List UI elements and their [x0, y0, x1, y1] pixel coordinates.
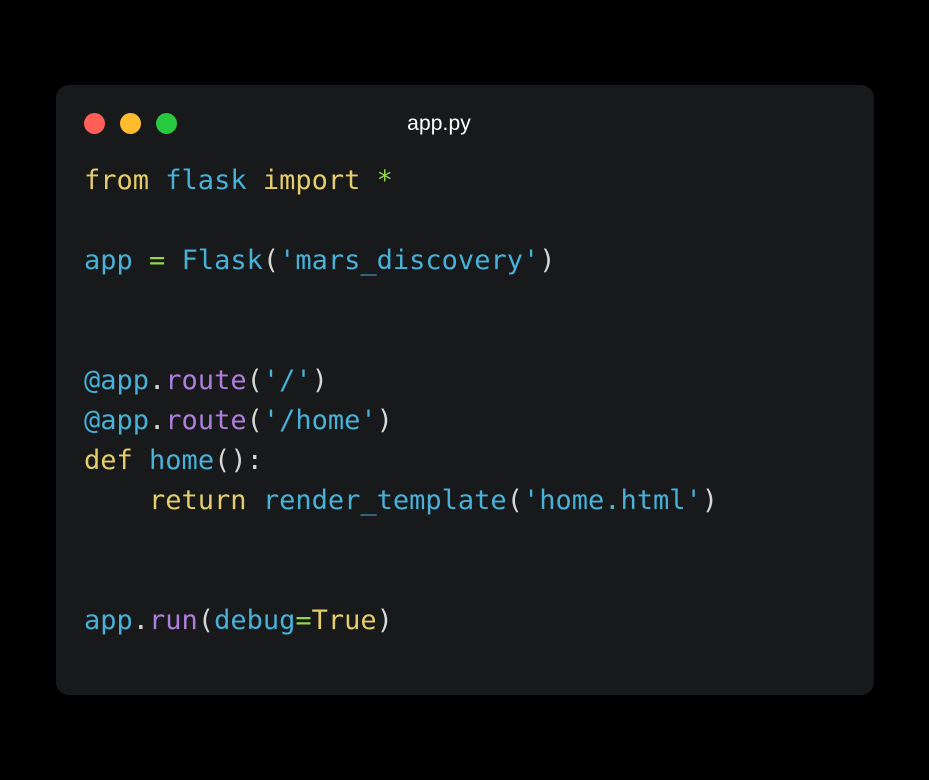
token-paren-open: ( [506, 485, 523, 516]
code-editor-area[interactable]: from flask import * app = Flask('mars_dis… [56, 161, 874, 695]
code-block[interactable]: from flask import * app = Flask('mars_dis… [84, 161, 846, 641]
token-operator-assign: = [295, 605, 312, 636]
token-operator-assign: = [149, 245, 166, 276]
token-class-flask: Flask [181, 245, 263, 276]
code-line-8: def home(): [84, 441, 846, 481]
token-dot: . [149, 365, 166, 396]
code-line-10-blank [84, 521, 846, 561]
code-line-11-blank [84, 561, 846, 601]
token-parens-colon: (): [214, 445, 263, 476]
token-string-mars-discovery: 'mars_discovery' [279, 245, 540, 276]
token-variable-app: app [84, 605, 133, 636]
token-paren-open: ( [197, 605, 215, 636]
code-line-6: @app.route('/') [84, 361, 846, 401]
code-line-1: from flask import * [84, 161, 846, 201]
window-title: app.py [407, 112, 471, 135]
token-paren-close: ) [376, 405, 393, 436]
token-variable-app: app [84, 245, 133, 276]
token-dot: . [132, 605, 150, 636]
token-paren-close: ) [376, 605, 393, 636]
code-line-12: app.run(debug=True) [84, 601, 846, 641]
token-decorator-app: @app [84, 405, 150, 436]
token-keyword-return: return [149, 485, 247, 516]
token-keyword-def: def [84, 445, 133, 476]
code-line-3: app = Flask('mars_discovery') [84, 241, 846, 281]
screenshot-canvas: app.py from flask import * app = Flask('m… [0, 0, 929, 780]
token-paren-close: ) [311, 365, 328, 396]
token-paren-close: ) [701, 485, 719, 516]
code-line-2-blank [84, 201, 846, 241]
token-kwarg-debug: debug [214, 605, 296, 636]
token-boolean-true: True [311, 605, 377, 636]
token-paren-open: ( [246, 405, 263, 436]
token-string-home-path: '/home' [262, 405, 377, 436]
token-paren-open: ( [262, 245, 280, 276]
code-line-4-blank [84, 281, 846, 321]
code-line-7: @app.route('/home') [84, 401, 846, 441]
token-function-home: home [149, 445, 215, 476]
token-keyword-from: from [84, 165, 150, 196]
code-line-9: return render_template('home.html') [84, 481, 846, 521]
token-dot: . [149, 405, 166, 436]
token-paren-close: ) [539, 245, 556, 276]
code-window: app.py from flask import * app = Flask('m… [56, 85, 874, 695]
token-keyword-import: import [262, 165, 361, 196]
token-function-render-template: render_template [262, 485, 507, 516]
window-titlebar[interactable]: app.py [56, 85, 874, 161]
token-method-route: route [165, 365, 247, 396]
token-method-run: run [149, 605, 198, 636]
token-decorator-app: @app [84, 365, 150, 396]
token-method-route: route [165, 405, 247, 436]
token-string-root-path: '/' [262, 365, 312, 396]
token-paren-open: ( [246, 365, 263, 396]
code-line-5-blank [84, 321, 846, 361]
token-module-flask: flask [165, 165, 247, 196]
token-operator-star: * [376, 165, 393, 196]
token-string-home-html: 'home.html' [522, 485, 702, 516]
